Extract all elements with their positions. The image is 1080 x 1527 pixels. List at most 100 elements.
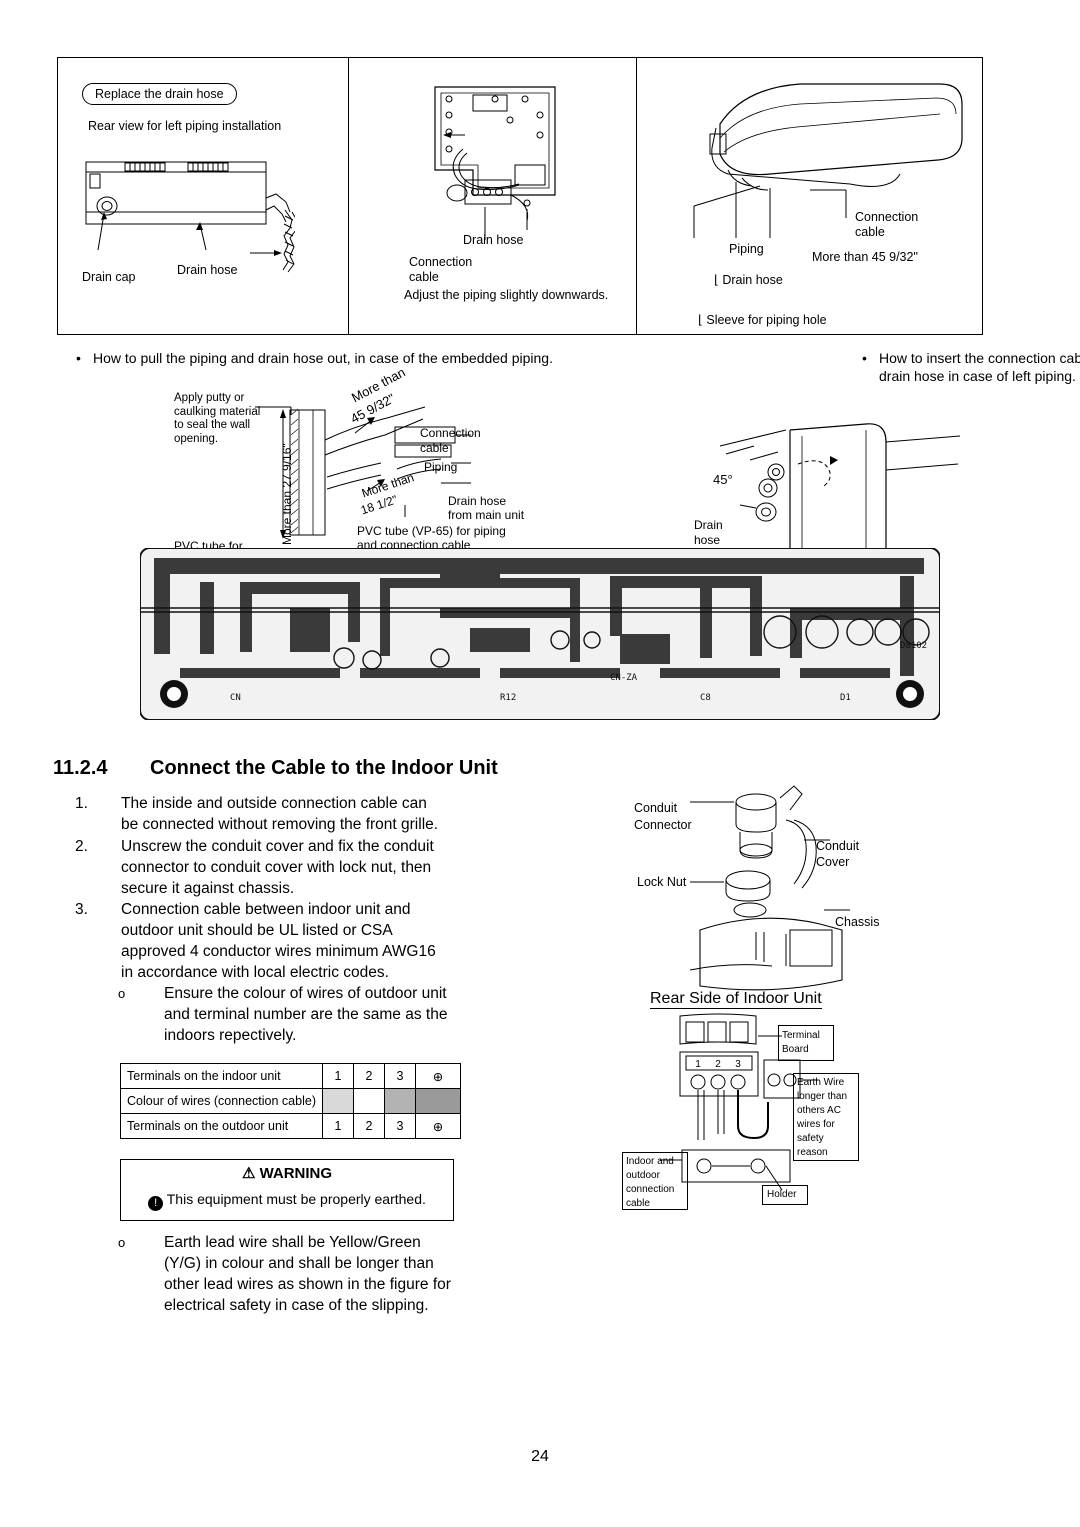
table-row: Terminals on the outdoor unit 1 2 3 ⊕	[120, 1113, 461, 1139]
svg-text:1: 1	[695, 1059, 701, 1070]
indoor-unit-front-drawing	[693, 83, 963, 238]
drain-hose-label-p3: ⌊ Drain hose	[714, 273, 783, 287]
connection-label-p3: Connection	[855, 210, 919, 224]
conduit-assembly-drawing	[690, 785, 850, 991]
wiring-table: Terminals on the indoor unit 1 2 3 ⊕ Col…	[120, 1063, 461, 1139]
conduit-label: Conduit	[634, 801, 678, 815]
earth-wire-line4: wires for	[797, 1119, 835, 1130]
connection-label-mid: Connection	[420, 426, 481, 440]
earth-wire-line2: longer than	[797, 1091, 848, 1102]
connection-label-p2: Connection	[409, 255, 473, 269]
indoor-outdoor-line3: connection	[626, 1184, 675, 1195]
hose-label-right: hose	[694, 533, 721, 547]
more-than-45-dim-p3: More than 45 9/32"	[812, 250, 918, 264]
piping-label-p3: Piping	[729, 242, 764, 256]
bullet-1-marker: o	[118, 986, 126, 1001]
step-3: 3. Connection cable between indoor unit …	[75, 899, 515, 983]
earth-wire-line1: Earth Wire	[797, 1077, 845, 1088]
indoor-terminal-2: 2	[352, 1063, 385, 1089]
indoor-outdoor-line2: outdoor	[626, 1170, 660, 1181]
bullet-1-line-3: indoors repectively.	[164, 1027, 297, 1044]
step-2-line-1: Unscrew the conduit cover and fix the co…	[121, 838, 434, 855]
warning-text: ! This equipment must be properly earthe…	[121, 1191, 453, 1211]
svg-text:D8102: D8102	[900, 641, 927, 651]
step-1-line-1: The inside and outside connection cable …	[121, 795, 427, 812]
piping-label-mid: Piping	[424, 460, 458, 474]
bullet-2-line-4: electrical safety in case of the slippin…	[164, 1297, 429, 1314]
bullet-2-line-1: Earth lead wire shall be Yellow/Green	[164, 1234, 421, 1251]
step-2: 2. Unscrew the conduit cover and fix the…	[75, 836, 515, 899]
outdoor-terminal-1: 1	[321, 1113, 354, 1139]
sleeve-label-p3: ⌊ Sleeve for piping hole	[698, 313, 827, 327]
indoor-ground-symbol: ⊕	[414, 1063, 461, 1089]
earth-wire-line5: safety	[797, 1133, 824, 1144]
note-right-bullet: •	[862, 350, 867, 366]
note-left: How to pull the piping and drain hose ou…	[93, 350, 553, 366]
svg-text:2: 2	[715, 1059, 721, 1070]
step-1: 1. The inside and outside connection cab…	[75, 793, 515, 835]
rear-view-caption: Rear view for left piping installation	[88, 119, 282, 133]
earth-wire-line6: reason	[797, 1147, 828, 1158]
indoor-terminal-3: 3	[383, 1063, 416, 1089]
conduit-cover-label-line1: Conduit	[816, 839, 860, 853]
terminal-board-label-line2: Board	[782, 1044, 809, 1055]
bullet-2: o Earth lead wire shall be Yellow/Green …	[118, 1232, 538, 1316]
earth-wire-line3: others AC	[797, 1105, 841, 1116]
colour-swatch-2	[352, 1088, 385, 1114]
step-1-number: 1.	[75, 795, 88, 812]
drain-cap-label: Drain cap	[82, 270, 136, 284]
step-3-line-2: outdoor unit should be UL listed or CSA	[121, 922, 393, 939]
wall-plate-drawing	[434, 86, 556, 240]
svg-text:D1: D1	[840, 693, 851, 703]
terminal-board-label-line1: Terminal	[782, 1030, 820, 1041]
note-left-bullet: •	[76, 350, 81, 366]
step-2-number: 2.	[75, 838, 88, 855]
figure-divider-1	[348, 58, 349, 334]
pvc-tube-note-line1: PVC tube (VP-65) for piping	[357, 524, 506, 538]
step-1-line-2: be connected without removing the front …	[121, 816, 439, 833]
cable-label-mid: cable	[420, 441, 449, 455]
svg-text:R12: R12	[500, 693, 516, 703]
outdoor-terminal-3: 3	[383, 1113, 416, 1139]
page-number: 24	[531, 1448, 549, 1465]
drain-hose-label-p2: Drain hose	[463, 233, 524, 247]
note-right-line1: How to insert the connection cable and	[879, 350, 1080, 366]
step-3-number: 3.	[75, 901, 88, 918]
bullet-2-line-3: other lead wires as shown in the figure …	[164, 1276, 451, 1293]
left-piping-insert-drawing	[719, 423, 961, 550]
bullet-2-line-2: (Y/G) in colour and shall be longer than	[164, 1255, 434, 1272]
drain-hose-label-mid: Drain hose	[448, 494, 507, 508]
holder-label: Holder	[767, 1189, 797, 1200]
row-label-indoor: Terminals on the indoor unit	[120, 1063, 323, 1089]
conduit-cover-label-line2: Cover	[816, 855, 850, 869]
figure-divider-2	[636, 58, 637, 334]
replace-drain-hose-pill: Replace the drain hose	[82, 83, 237, 105]
rear-side-caption: Rear Side of Indoor Unit	[650, 990, 822, 1009]
bullet-1-line-2: and terminal number are the same as the	[164, 1006, 448, 1023]
warning-box: ⚠ WARNING ! This equipment must be prope…	[120, 1159, 454, 1221]
step-2-line-3: secure it against chassis.	[121, 880, 295, 897]
row-label-colour: Colour of wires (connection cable)	[120, 1088, 323, 1114]
cable-label-p2: cable	[409, 270, 439, 284]
table-row: Terminals on the indoor unit 1 2 3 ⊕	[120, 1063, 461, 1089]
document-page: Replace the drain hose Rear view for lef…	[0, 0, 1080, 1527]
page-title: Connect the Cable to the Indoor Unit	[150, 757, 498, 779]
drain-label-right: Drain	[694, 518, 723, 532]
svg-text:CN: CN	[230, 693, 241, 703]
cable-label-p3: cable	[855, 225, 885, 239]
table-row: Colour of wires (connection cable)	[120, 1088, 461, 1114]
colour-swatch-ground	[414, 1088, 461, 1114]
pcb-board-image: CN R12 C8 D1 CN-ZA D8102	[140, 548, 940, 720]
angle-45-label: 45°	[713, 472, 733, 487]
warning-title: ⚠ WARNING	[241, 1165, 333, 1182]
chassis-label: Chassis	[835, 915, 880, 929]
lock-nut-label: Lock Nut	[637, 875, 687, 889]
drain-hose-label-p1: Drain hose	[177, 263, 238, 277]
warning-triangle-icon: ⚠	[241, 1165, 256, 1182]
exclamation-icon: !	[148, 1196, 164, 1211]
connector-label: Connector	[634, 818, 692, 832]
step-2-line-2: connector to conduit cover with lock nut…	[121, 859, 432, 876]
svg-text:CN-ZA: CN-ZA	[610, 673, 638, 683]
indoor-outdoor-line1: Indoor and	[626, 1156, 674, 1167]
section-number: 11.2.4	[53, 757, 108, 779]
